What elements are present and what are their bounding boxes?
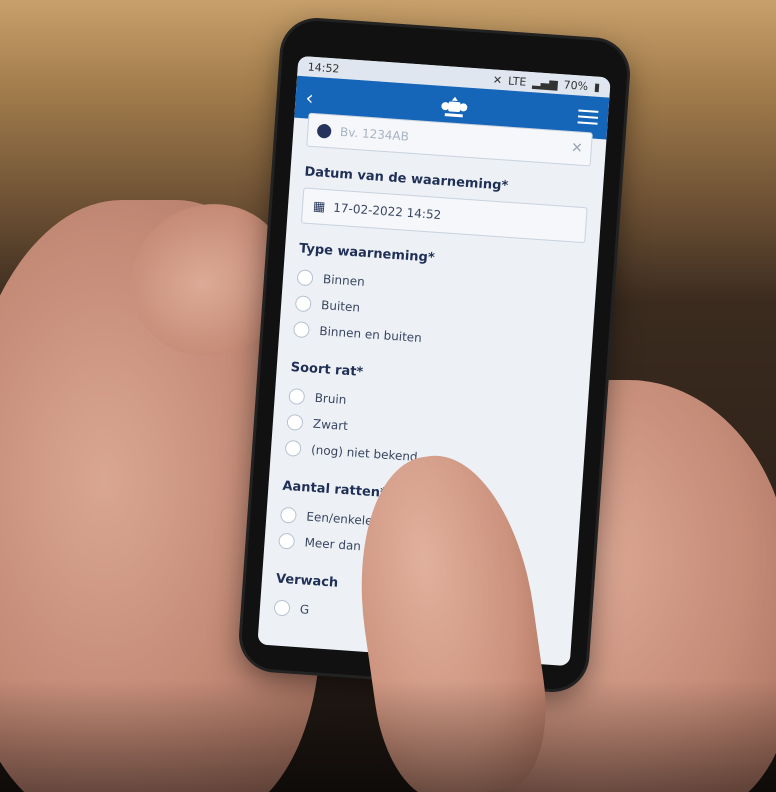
date-value: 17-02-2022 14:52 xyxy=(332,200,442,223)
battery-level: 70% xyxy=(563,77,589,93)
postcode-placeholder: Bv. 1234AB xyxy=(339,124,410,144)
location-pin-icon: ⬤ xyxy=(315,122,333,140)
radio-circle[interactable] xyxy=(279,506,298,524)
radio-label: Binnen en buiten xyxy=(318,323,423,346)
radio-circle[interactable] xyxy=(294,295,312,313)
radio-label: (nog) niet bekend xyxy=(310,442,419,465)
radio-label: Zwart xyxy=(312,416,349,434)
chevron-left-icon[interactable]: ‹ xyxy=(305,85,331,111)
radio-circle[interactable] xyxy=(273,599,291,617)
radio-label: Meer dan v xyxy=(304,535,373,555)
radio-circle[interactable] xyxy=(284,439,302,457)
radio-label: Buiten xyxy=(320,297,361,315)
calendar-icon: ▦ xyxy=(312,198,326,215)
bottom-vignette xyxy=(0,680,776,792)
crest-icon xyxy=(440,96,467,118)
radio-circle[interactable] xyxy=(296,269,314,287)
battery-icon: ▮ xyxy=(593,79,601,94)
radio-circle[interactable] xyxy=(278,532,296,550)
radio-circle[interactable] xyxy=(286,413,304,431)
photo-scene: 14:52 ✕ LTE ▂▄▆ 70% ▮ ‹ ⬤ Bv. 1234AB ✕ D… xyxy=(0,0,776,792)
signal-icon: ▂▄▆ xyxy=(531,75,559,91)
radio-label: Binnen xyxy=(322,272,366,289)
radio-circle[interactable] xyxy=(292,321,310,339)
radio-label: G xyxy=(299,602,310,617)
radio-label: Een/enkele xyxy=(305,509,373,529)
radio-label: Bruin xyxy=(314,390,347,407)
network-label: LTE xyxy=(507,73,527,89)
status-time: 14:52 xyxy=(307,59,340,76)
close-icon[interactable]: ✕ xyxy=(570,140,583,157)
hamburger-icon[interactable] xyxy=(577,109,599,125)
radio-circle[interactable] xyxy=(288,387,306,406)
mute-icon: ✕ xyxy=(492,72,503,87)
